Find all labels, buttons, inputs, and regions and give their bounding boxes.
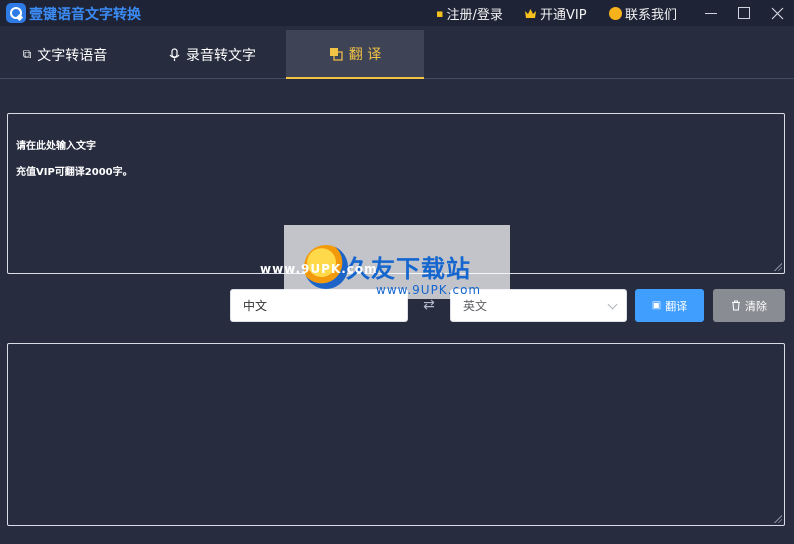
- placeholder-line-2: 充值VIP可翻译2000字。: [16, 167, 133, 178]
- translate-label: 翻译: [665, 299, 688, 313]
- user-icon: ▪: [436, 7, 444, 20]
- tab-speech-to-text[interactable]: 录音转文字: [150, 30, 275, 79]
- resize-grip-icon[interactable]: [774, 515, 782, 523]
- minimize-button[interactable]: [694, 0, 728, 26]
- trash-icon: [732, 300, 740, 311]
- tab-translate[interactable]: 翻 译: [286, 30, 424, 79]
- watermark-www: www.9UPK.com: [260, 262, 378, 276]
- close-button[interactable]: [760, 0, 794, 26]
- minimize-icon: [705, 12, 717, 14]
- contact-us-link[interactable]: 联系我们: [609, 4, 677, 23]
- text-icon: ⧉: [22, 47, 32, 61]
- headset-icon: [609, 7, 622, 20]
- input-placeholder: 请在此处输入文字 充值VIP可翻译2000字。: [16, 134, 133, 186]
- app-logo-icon: [6, 3, 26, 23]
- clear-label: 清除: [745, 299, 767, 313]
- title-bar: 壹键语音文字转换 ▪ 注册/登录 开通VIP 联系我们: [0, 0, 794, 26]
- tab-bar: ⧉ 文字转语音 录音转文字 翻 译: [0, 26, 794, 79]
- tab-label: 翻 译: [348, 46, 382, 63]
- clear-button[interactable]: 清除: [713, 289, 785, 322]
- translate-icon: [329, 47, 343, 61]
- translate-button[interactable]: ▣ 翻译: [635, 289, 704, 322]
- maximize-icon: [738, 7, 750, 19]
- crown-icon: [525, 9, 536, 18]
- close-icon: [771, 7, 783, 19]
- maximize-button[interactable]: [727, 0, 761, 26]
- vip-label: 开通VIP: [540, 8, 587, 23]
- register-label: 注册/登录: [446, 8, 503, 23]
- app-title: 壹键语音文字转换: [29, 7, 141, 23]
- tab-label: 录音转文字: [186, 47, 256, 64]
- source-language-value: 中文: [243, 299, 268, 313]
- tab-label: 文字转语音: [37, 47, 108, 64]
- placeholder-line-1: 请在此处输入文字: [16, 141, 96, 152]
- target-language-value: 英文: [463, 299, 488, 313]
- microphone-icon: [169, 47, 180, 61]
- open-vip-link[interactable]: 开通VIP: [524, 4, 587, 23]
- translate-icon: ▣: [651, 300, 662, 311]
- resize-grip-icon[interactable]: [774, 263, 782, 271]
- contact-label: 联系我们: [625, 8, 678, 23]
- translation-output[interactable]: [7, 343, 785, 526]
- tab-text-to-speech[interactable]: ⧉ 文字转语音: [0, 30, 130, 79]
- chevron-down-icon: [607, 299, 618, 310]
- register-login-link[interactable]: ▪ 注册/登录: [436, 4, 503, 23]
- swap-languages-icon[interactable]: ⇄: [414, 297, 444, 315]
- watermark-url: www.9UPK.com: [376, 283, 482, 297]
